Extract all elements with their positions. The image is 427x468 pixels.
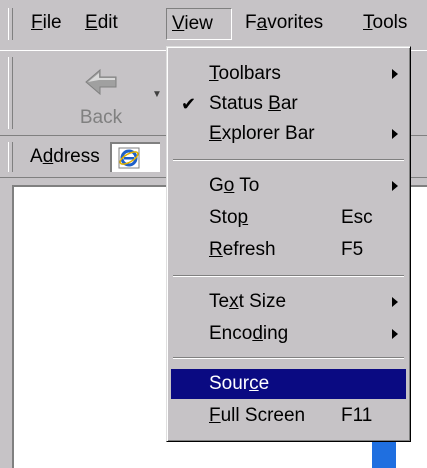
menu-label-part: F (245, 12, 257, 33)
back-button[interactable]: Back (56, 63, 146, 128)
menu-favorites[interactable]: Favorites (240, 8, 328, 40)
menu-separator (173, 275, 404, 277)
menu-access-key: V (172, 13, 185, 34)
browser-window: File Edit View Favorites Tools Back ▼ Ad… (0, 0, 427, 468)
menu-label-part: ile (42, 12, 62, 33)
menu-option-toolbars[interactable]: Toolbars (171, 59, 406, 89)
address-label-part: dress (53, 146, 100, 167)
menu-edit[interactable]: Edit (80, 8, 123, 40)
menu-option-status-bar[interactable]: ✔ Status Bar (171, 89, 406, 119)
menu-option-label: Explorer Bar (209, 123, 315, 144)
checkmark-icon: ✔ (181, 94, 197, 114)
menu-option-explorer-bar[interactable]: Explorer Bar (171, 119, 406, 149)
menu-view[interactable]: View (166, 8, 232, 40)
address-access-key: d (42, 146, 54, 167)
menu-option-text-size[interactable]: Text Size (171, 287, 406, 317)
address-label-part: A (30, 146, 43, 167)
menu-option-stop[interactable]: Stop Esc (171, 203, 406, 233)
menu-file[interactable]: File (26, 8, 67, 40)
menu-option-refresh[interactable]: Refresh F5 (171, 235, 406, 265)
menu-shortcut: F5 (341, 239, 364, 260)
back-dropdown-icon[interactable]: ▼ (152, 89, 162, 100)
menu-option-label: Encoding (209, 323, 289, 344)
menu-access-key: T (363, 12, 373, 33)
ie-page-icon (118, 147, 140, 169)
menu-option-label: Refresh (209, 239, 276, 260)
content-blue-fragment (372, 438, 396, 468)
menu-option-full-screen[interactable]: Full Screen F11 (171, 401, 406, 431)
menu-separator (173, 159, 404, 161)
address-label: Address (30, 146, 100, 168)
menu-shortcut: F11 (341, 405, 373, 426)
menu-option-label: Status Bar (209, 93, 298, 114)
menu-option-label: Text Size (209, 291, 287, 312)
menu-shortcut: Esc (341, 207, 373, 228)
view-menu-dropdown: Toolbars ✔ Status Bar Explorer Bar Go To… (166, 46, 411, 442)
menu-tools[interactable]: Tools (358, 8, 412, 40)
menu-label-part: vorites (267, 12, 324, 33)
menu-option-label: Go To (209, 175, 260, 196)
menu-option-encoding[interactable]: Encoding (171, 319, 406, 349)
addressbar-grip[interactable] (8, 142, 13, 172)
submenu-arrow-icon (392, 329, 398, 339)
submenu-arrow-icon (392, 129, 398, 139)
menu-option-label: Stop (209, 207, 249, 228)
submenu-arrow-icon (392, 69, 398, 79)
back-arrow-icon (85, 68, 117, 96)
menu-access-key: a (256, 12, 268, 33)
address-input[interactable] (110, 142, 160, 172)
back-button-label: Back (79, 107, 123, 128)
menubar-grip[interactable] (8, 8, 13, 40)
menu-access-key: E (85, 12, 98, 33)
menu-option-label: Full Screen (209, 405, 306, 426)
menu-option-label: Source (209, 373, 270, 394)
submenu-arrow-icon (392, 297, 398, 307)
menu-bar: File Edit View Favorites Tools (0, 0, 427, 46)
menu-label-part: ools (372, 12, 408, 33)
submenu-arrow-icon (392, 181, 398, 191)
menu-option-label: Toolbars (209, 63, 281, 84)
menu-option-go-to[interactable]: Go To (171, 171, 406, 201)
menu-label-part: dit (97, 12, 118, 33)
menu-access-key: F (31, 12, 43, 33)
menu-label-part: iew (184, 13, 213, 34)
toolbar-grip[interactable] (8, 57, 13, 129)
menu-separator (173, 357, 404, 359)
menu-option-source[interactable]: Source (171, 369, 406, 399)
